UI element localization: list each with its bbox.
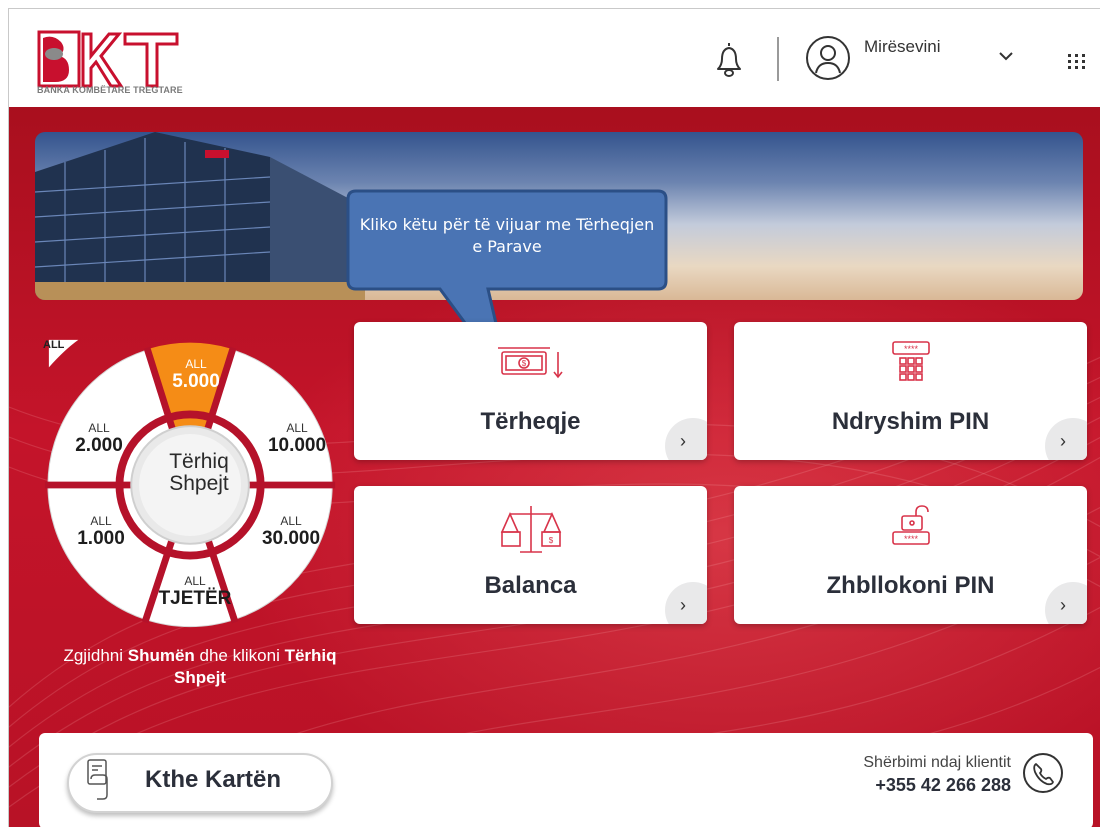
customer-service-label: Shërbimi ndaj klientit [863,754,1011,771]
wheel-option-2000[interactable]: ALL 2.000 [69,421,129,457]
wheel-option-10000[interactable]: ALL 10.000 [259,421,335,457]
welcome-label: Mirësevini [864,37,941,56]
header-divider [777,37,779,81]
balance-label: Balanca [484,572,577,599]
withdraw-card[interactable]: $ Tërheqje › [354,322,707,460]
balance-scale-icon: $ [500,506,561,553]
unlock-pin-card[interactable]: **** Zhbllokoni PIN › [734,486,1087,624]
chevron-down-icon[interactable] [997,49,1015,63]
user-avatar-icon[interactable] [805,35,851,81]
cash-withdraw-icon: $ [497,347,563,379]
svg-text:****: **** [903,534,918,544]
svg-text:$: $ [521,359,526,368]
logo-subtitle: BANKA KOMBËTARE TREGTARE [37,85,183,95]
wheel-option-other[interactable]: ALL TJETËR [155,574,235,610]
currency-badge: ALL [43,339,65,351]
wheel-caption: Zgjidhni Shumën dhe klikoni Tërhiq Shpej… [63,646,337,687]
withdraw-label: Tërheqje [480,408,581,435]
wheel-option-5000[interactable]: ALL 5.000 [164,357,228,393]
unlock-pin-label: Zhbllokoni PIN [826,572,995,599]
quick-withdraw-label[interactable]: Tërhiq Shpejt [149,451,249,495]
return-card-label: Kthe Kartën [145,766,282,793]
pin-keypad-icon: **** [891,341,930,381]
wheel-option-30000[interactable]: ALL 30.000 [253,514,329,550]
header: BANKA KOMBËTARE TREGTARE Mirësevini [9,9,1100,107]
unlock-pin-icon: **** [891,505,930,545]
callout-text: Kliko këtu për të vijuar me Tërheqjen e … [359,215,655,256]
wheel-option-1000[interactable]: ALL 1.000 [71,514,131,550]
apps-grid-icon[interactable] [1066,51,1088,73]
card-return-icon [87,759,108,800]
customer-service-phone: +355 42 266 288 [875,775,1011,795]
change-pin-label: Ndryshim PIN [831,408,990,435]
change-pin-card[interactable]: **** Ndryshim PIN › [734,322,1087,460]
phone-icon [1023,753,1063,793]
svg-text:****: **** [903,344,918,354]
atm-screen: BANKA KOMBËTARE TREGTARE Mirësevini Klik… [8,8,1100,827]
svg-text:$: $ [548,536,553,545]
balance-card[interactable]: $ Balanca › [354,486,707,624]
bell-icon[interactable] [707,37,751,81]
